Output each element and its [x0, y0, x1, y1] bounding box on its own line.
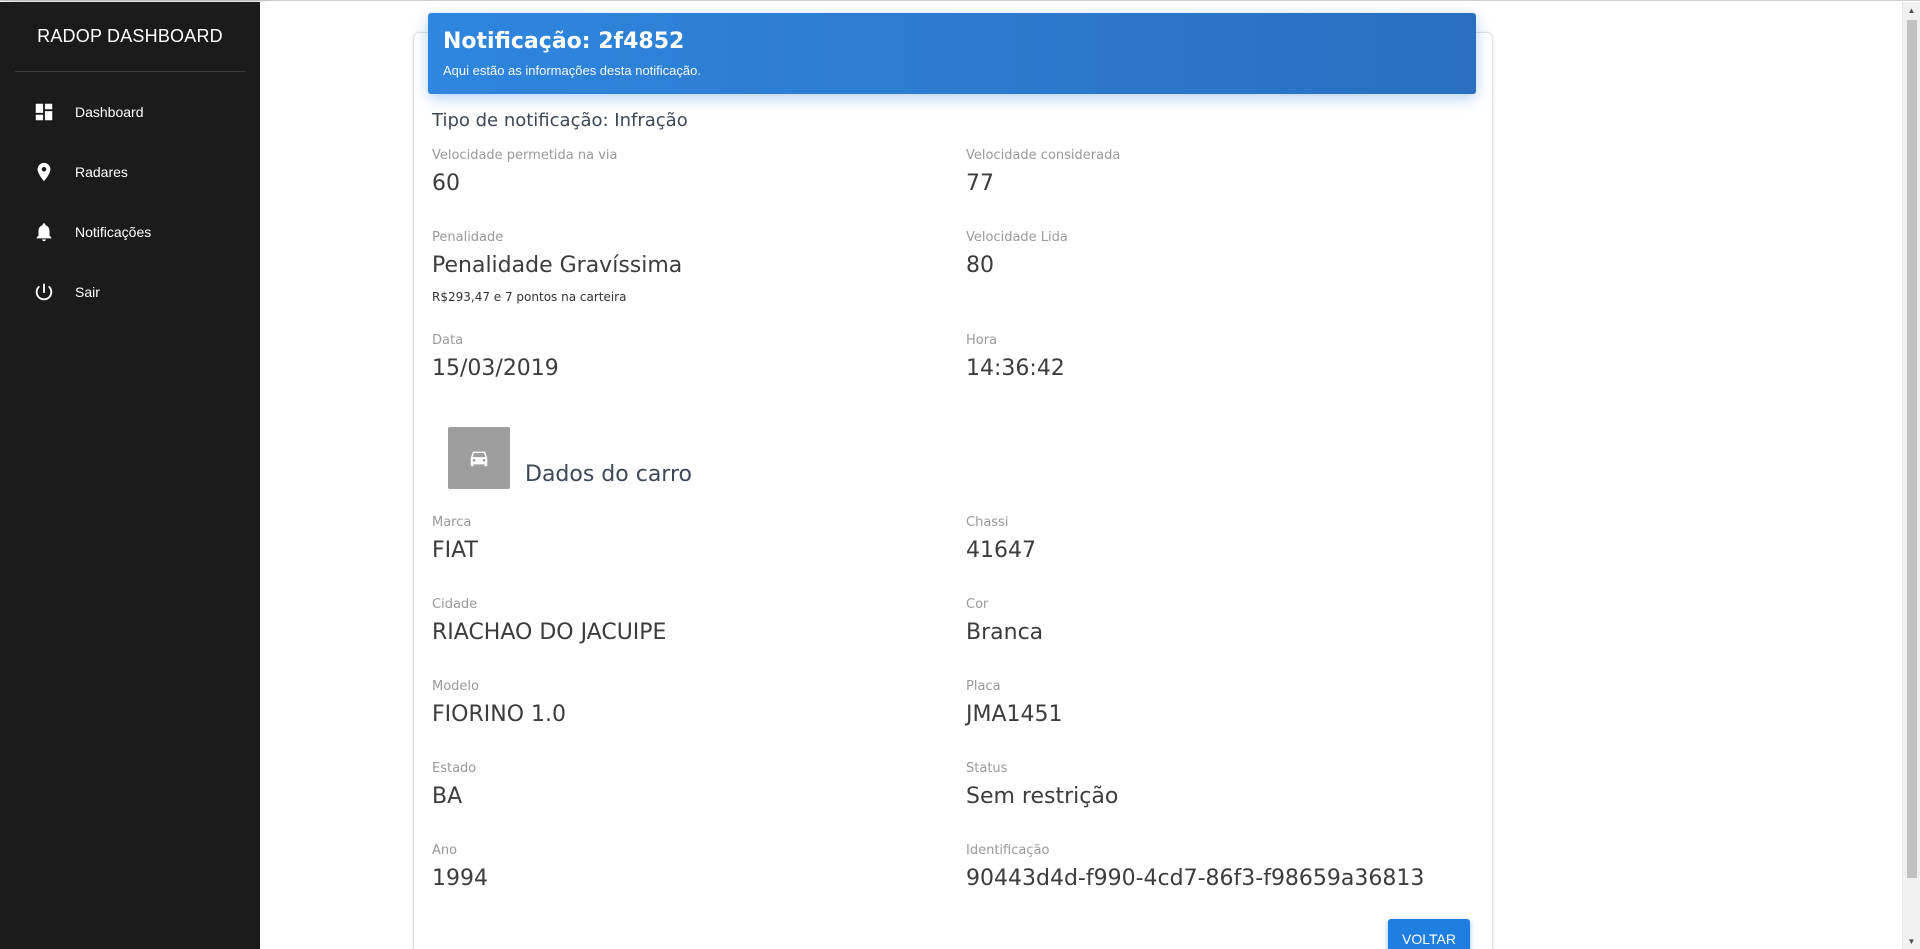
field-label: Penalidade: [432, 230, 504, 245]
car-state-field: Estado BA: [432, 761, 476, 809]
dashboard-icon: [33, 101, 55, 123]
field-value: Branca: [966, 620, 1044, 645]
penalty-note: R$293,47 e 7 pontos na carteira: [432, 290, 627, 304]
car-color-field: Cor Branca: [966, 597, 1043, 645]
field-label: Ano: [432, 843, 458, 858]
field-label: Data: [432, 333, 464, 348]
field-label: Chassi: [966, 515, 1009, 530]
scroll-down-arrow-icon[interactable]: ▼: [1903, 933, 1920, 949]
field-value: 41647: [966, 538, 1036, 563]
car-status-field: Status Sem restrição: [966, 761, 1118, 809]
car-section-title: Dados do carro: [525, 462, 692, 487]
field-label: Marca: [432, 515, 472, 530]
scroll-up-arrow-icon[interactable]: ▲: [1903, 2, 1920, 19]
car-chassis-field: Chassi 41647: [966, 515, 1036, 563]
field-label: Placa: [966, 679, 1001, 694]
field-label: Estado: [432, 761, 477, 776]
sidebar-item-radares[interactable]: Radares: [0, 142, 260, 202]
sidebar-nav: Dashboard Radares Notificações Sair: [0, 82, 260, 322]
field-value: 15/03/2019: [432, 356, 559, 381]
scroll-thumb[interactable]: [1907, 20, 1917, 878]
penalty-field: Penalidade Penalidade Gravíssima R$293,4…: [432, 230, 682, 304]
car-year-field: Ano 1994: [432, 843, 488, 891]
location-pin-icon: [33, 161, 55, 183]
field-label: Hora: [966, 333, 998, 348]
field-value: 77: [966, 171, 994, 196]
field-label: Identificação: [966, 843, 1050, 858]
field-value: JMA1451: [966, 702, 1063, 727]
notification-type: Tipo de notificação: Infração: [432, 110, 688, 131]
sidebar-item-dashboard[interactable]: Dashboard: [0, 82, 260, 142]
field-value: 90443d4d-f990-4cd7-86f3-f98659a36813: [966, 866, 1425, 891]
car-brand-field: Marca FIAT: [432, 515, 478, 563]
field-value: RIACHAO DO JACUIPE: [432, 620, 667, 645]
speed-allowed-field: Velocidade permetida na via 60: [432, 148, 618, 196]
car-plate-field: Placa JMA1451: [966, 679, 1063, 727]
main-content: Notificação: 2f4852 Aqui estão as inform…: [260, 2, 1902, 949]
field-value: Penalidade Gravíssima: [432, 253, 683, 278]
field-value: FIORINO 1.0: [432, 702, 566, 727]
sidebar: RADOP DASHBOARD Dashboard Radares Notifi…: [0, 2, 260, 949]
field-value: 14:36:42: [966, 356, 1065, 381]
field-value: 60: [432, 171, 460, 196]
sidebar-item-label: Notificações: [75, 224, 152, 240]
car-icon: [448, 427, 510, 489]
page-subtitle: Aqui estão as informações desta notifica…: [443, 63, 701, 79]
sidebar-item-sair[interactable]: Sair: [0, 262, 260, 322]
date-field: Data 15/03/2019: [432, 333, 559, 381]
car-model-field: Modelo FIORINO 1.0: [432, 679, 566, 727]
bell-icon: [33, 221, 55, 243]
sidebar-item-notificacoes[interactable]: Notificações: [0, 202, 260, 262]
field-value: 1994: [432, 866, 488, 891]
sidebar-item-label: Sair: [75, 284, 100, 300]
field-value: BA: [432, 784, 463, 809]
field-label: Velocidade permetida na via: [432, 148, 618, 163]
car-city-field: Cidade RIACHAO DO JACUIPE: [432, 597, 666, 645]
speed-read-field: Velocidade Lida 80: [966, 230, 1068, 278]
page-title: Notificação: 2f4852: [443, 29, 685, 54]
field-label: Velocidade considerada: [966, 148, 1121, 163]
field-label: Cidade: [432, 597, 478, 612]
sidebar-item-label: Dashboard: [75, 104, 144, 120]
power-icon: [33, 281, 55, 303]
brand-title: RADOP DASHBOARD: [15, 2, 245, 72]
car-id-field: Identificação 90443d4d-f990-4cd7-86f3-f9…: [966, 843, 1424, 891]
field-value: Sem restrição: [966, 784, 1119, 809]
field-label: Cor: [966, 597, 989, 612]
field-label: Status: [966, 761, 1008, 776]
field-label: Velocidade Lida: [966, 230, 1068, 245]
page-scrollbar[interactable]: ▲ ▼: [1902, 2, 1920, 949]
field-label: Modelo: [432, 679, 479, 694]
speed-considered-field: Velocidade considerada 77: [966, 148, 1120, 196]
time-field: Hora 14:36:42: [966, 333, 1065, 381]
back-button[interactable]: VOLTAR: [1388, 919, 1470, 949]
card-header: Notificação: 2f4852 Aqui estão as inform…: [428, 13, 1476, 94]
field-value: 80: [966, 253, 994, 278]
field-value: FIAT: [432, 538, 478, 563]
sidebar-item-label: Radares: [75, 164, 128, 180]
